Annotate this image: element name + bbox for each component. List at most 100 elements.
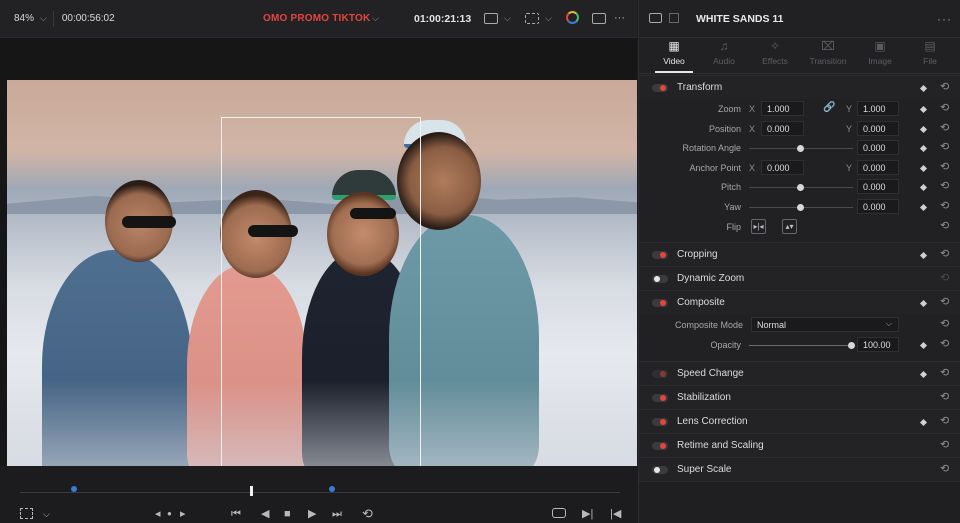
overlay-mode-icon[interactable] xyxy=(525,13,539,24)
crop-overlay-frame[interactable] xyxy=(221,117,421,466)
zoom-y-field[interactable]: 1.000 xyxy=(857,101,899,116)
dynamic-zoom-toggle[interactable] xyxy=(652,275,668,283)
marker-dot-icon[interactable]: ● xyxy=(167,508,172,520)
fullscreen-icon[interactable] xyxy=(592,13,606,24)
previous-frame-icon[interactable]: |◀ xyxy=(610,508,621,520)
zoom-x-field[interactable]: 1.000 xyxy=(761,101,804,116)
position-y-field[interactable]: 0.000 xyxy=(857,121,899,136)
reset-icon[interactable]: ⟲ xyxy=(940,221,949,232)
pitch-slider-knob[interactable] xyxy=(797,184,804,191)
reset-icon[interactable]: ⟲ xyxy=(940,181,949,192)
anchor-y-field[interactable]: 0.000 xyxy=(857,160,899,175)
composite-mode-select[interactable]: Normal ⌵ xyxy=(751,317,899,332)
reset-icon[interactable]: ⟲ xyxy=(940,82,949,93)
keyframe-diamond-icon[interactable] xyxy=(919,164,928,173)
reset-icon[interactable]: ⟲ xyxy=(940,368,949,379)
reset-icon[interactable]: ⟲ xyxy=(940,142,949,153)
tab-image[interactable]: ▣ Image xyxy=(853,40,907,67)
go-to-start-icon[interactable]: ⏮ xyxy=(231,508,241,520)
flip-vertical-icon[interactable]: ▴▾ xyxy=(782,219,797,234)
marker-dot[interactable] xyxy=(71,486,77,492)
keyframe-diamond-icon[interactable] xyxy=(919,370,928,379)
reset-icon[interactable]: ⟲ xyxy=(940,416,949,427)
section-dynamic-zoom[interactable]: Dynamic Zoom ⟲ xyxy=(639,266,960,290)
previous-edit-icon[interactable]: ◂ xyxy=(155,508,161,520)
tab-effects[interactable]: ✧ Effects xyxy=(748,40,802,67)
anchor-x-field[interactable]: 0.000 xyxy=(761,160,804,175)
reset-icon[interactable]: ⟲ xyxy=(940,162,949,173)
section-retime-scaling[interactable]: Retime and Scaling ⟲ xyxy=(639,433,960,457)
reset-icon[interactable]: ⟲ xyxy=(940,440,949,451)
yaw-slider-knob[interactable] xyxy=(797,204,804,211)
reset-icon[interactable]: ⟲ xyxy=(940,464,949,475)
overlay-mode-chevron-icon[interactable]: ⌵ xyxy=(545,13,552,24)
next-frame-icon[interactable]: ▶| xyxy=(582,508,593,520)
keyframe-diamond-icon[interactable] xyxy=(919,125,928,134)
play-icon[interactable]: ▶ xyxy=(308,508,316,520)
loop-icon[interactable]: ⟲ xyxy=(362,507,373,520)
reset-icon[interactable]: ⟲ xyxy=(940,297,949,308)
keyframe-diamond-icon[interactable] xyxy=(919,341,928,350)
scrubber-track[interactable] xyxy=(20,492,620,493)
timeline-title[interactable]: OMO PROMO TIKTOK xyxy=(263,13,370,24)
section-transform[interactable]: Transform ⟲ xyxy=(639,75,960,99)
rotation-slider-knob[interactable] xyxy=(797,145,804,152)
tab-video[interactable]: ▦ Video xyxy=(647,40,701,67)
tab-transition[interactable]: ⌧ Transition xyxy=(801,40,855,67)
clip-thumbnail-icon[interactable] xyxy=(649,13,662,23)
reset-icon[interactable]: ⟲ xyxy=(940,123,949,134)
position-x-field[interactable]: 0.000 xyxy=(761,121,804,136)
zoom-level[interactable]: 84% xyxy=(14,13,34,24)
more-options-icon[interactable]: ··· xyxy=(614,12,625,24)
super-scale-toggle[interactable] xyxy=(652,466,668,474)
section-lens-correction[interactable]: Lens Correction ⟲ xyxy=(639,409,960,433)
transform-toggle[interactable] xyxy=(652,84,668,92)
viewer-mode-chevron-icon[interactable]: ⌵ xyxy=(504,13,511,24)
section-stabilization[interactable]: Stabilization ⟲ xyxy=(639,385,960,409)
go-to-end-icon[interactable]: ⏭ xyxy=(332,508,342,520)
reset-icon[interactable]: ⟲ xyxy=(940,392,949,403)
viewer-canvas[interactable] xyxy=(0,38,637,466)
keyframe-diamond-icon[interactable] xyxy=(919,203,928,212)
section-cropping[interactable]: Cropping ⟲ xyxy=(639,242,960,266)
speed-change-toggle[interactable] xyxy=(652,370,668,378)
viewer-mode-icon[interactable] xyxy=(484,13,498,24)
next-edit-icon[interactable]: ▸ xyxy=(180,508,186,520)
pitch-field[interactable]: 0.000 xyxy=(857,179,899,194)
reset-icon[interactable]: ⟲ xyxy=(940,273,949,284)
flip-horizontal-icon[interactable]: ▸|◂ xyxy=(751,219,766,234)
stabilization-toggle[interactable] xyxy=(652,394,668,402)
rotation-field[interactable]: 0.000 xyxy=(857,140,899,155)
timeline-chevron-down-icon[interactable]: ⌵ xyxy=(372,13,379,24)
match-frame-icon[interactable] xyxy=(552,508,566,518)
section-speed-change[interactable]: Speed Change ⟲ xyxy=(639,361,960,385)
zoom-chevron-down-icon[interactable]: ⌵ xyxy=(40,13,47,24)
keyframe-diamond-icon[interactable] xyxy=(919,105,928,114)
keyframe-diamond-icon[interactable] xyxy=(919,251,928,260)
reset-icon[interactable]: ⟲ xyxy=(940,249,949,260)
reset-icon[interactable]: ⟲ xyxy=(940,201,949,212)
opacity-slider-knob[interactable] xyxy=(848,342,855,349)
playhead[interactable] xyxy=(250,486,253,496)
reset-icon[interactable]: ⟲ xyxy=(940,339,949,350)
retime-scaling-toggle[interactable] xyxy=(652,442,668,450)
reset-icon[interactable]: ⟲ xyxy=(940,103,949,114)
more-options-icon[interactable]: ··· xyxy=(937,12,952,26)
marker-dot[interactable] xyxy=(329,486,335,492)
keyframe-diamond-icon[interactable] xyxy=(919,183,928,192)
reset-icon[interactable]: ⟲ xyxy=(940,319,949,330)
stop-icon[interactable]: ■ xyxy=(284,508,291,520)
color-scope-icon[interactable] xyxy=(566,11,579,24)
section-super-scale[interactable]: Super Scale ⟲ xyxy=(639,457,960,481)
composite-toggle[interactable] xyxy=(652,299,668,307)
opacity-field[interactable]: 100.00 xyxy=(857,337,899,352)
play-reverse-icon[interactable]: ◀ xyxy=(261,508,269,520)
lens-correction-toggle[interactable] xyxy=(652,418,668,426)
tab-audio[interactable]: ♫ Audio xyxy=(697,40,751,67)
transform-overlay-icon[interactable] xyxy=(20,508,33,519)
keyframe-diamond-icon[interactable] xyxy=(919,418,928,427)
section-composite[interactable]: Composite ⟲ xyxy=(639,290,960,314)
keyframe-diamond-icon[interactable] xyxy=(919,84,928,93)
overlay-chevron-down-icon[interactable]: ⌵ xyxy=(43,508,50,520)
link-icon[interactable]: 🔗 xyxy=(823,102,835,113)
